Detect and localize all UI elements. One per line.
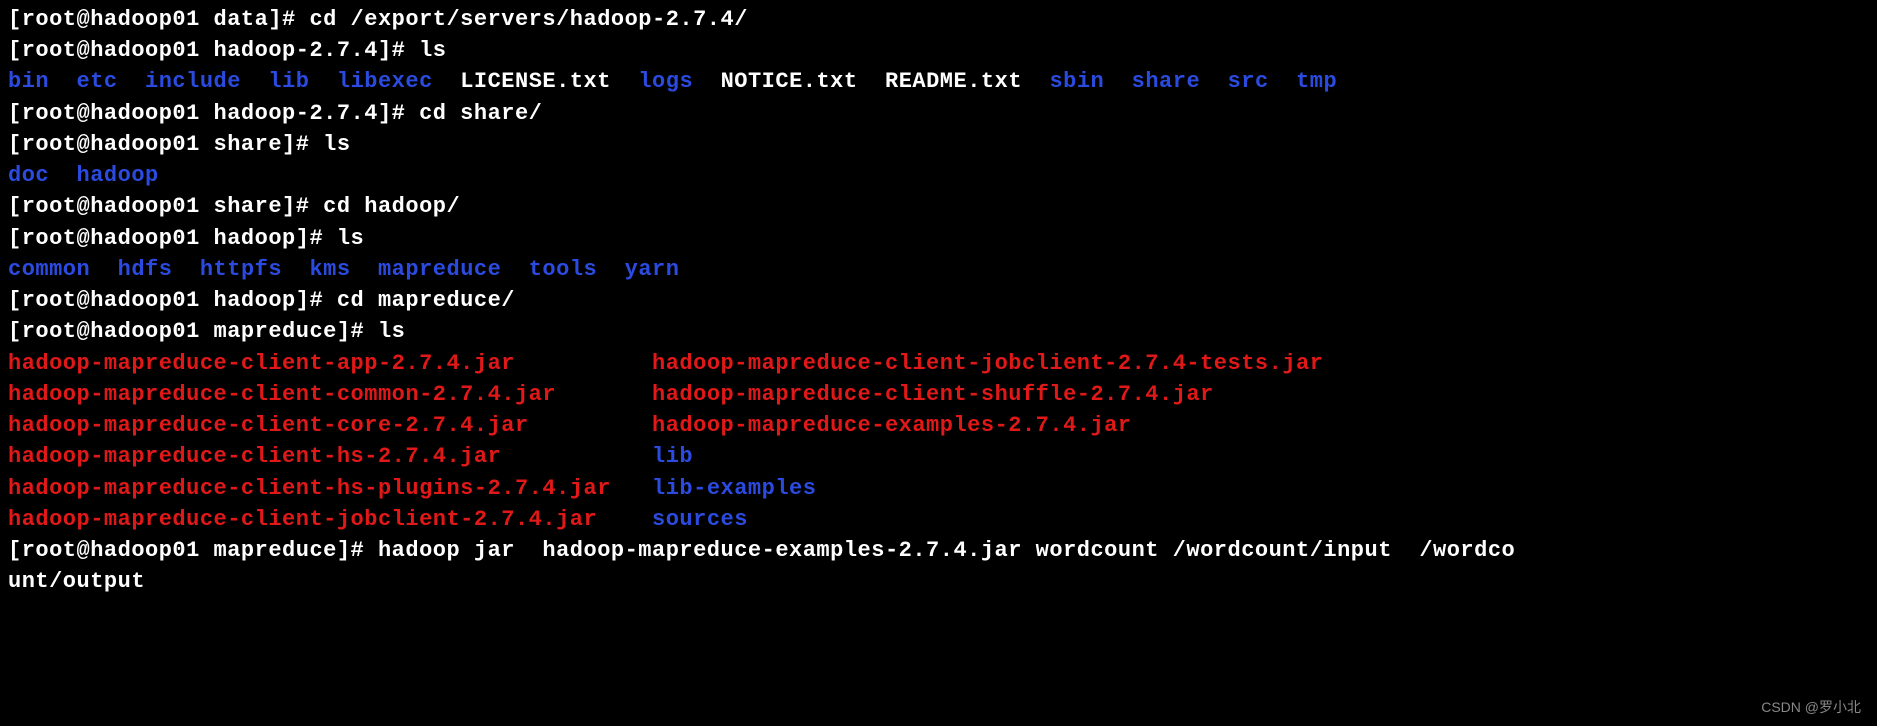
terminal-line: [root@hadoop01 mapreduce]# ls bbox=[8, 316, 1869, 347]
terminal-line: hadoop-mapreduce-client-hs-2.7.4.jar lib bbox=[8, 441, 1869, 472]
terminal-segment: common bbox=[8, 257, 90, 282]
terminal-segment: bin bbox=[8, 69, 49, 94]
terminal-line: [root@hadoop01 hadoop]# cd mapreduce/ bbox=[8, 285, 1869, 316]
terminal-segment bbox=[858, 69, 885, 94]
terminal-segment bbox=[1269, 69, 1296, 94]
terminal-segment bbox=[433, 69, 460, 94]
terminal-output[interactable]: [root@hadoop01 data]# cd /export/servers… bbox=[8, 4, 1869, 597]
terminal-segment: [root@hadoop01 hadoop]# ls bbox=[8, 226, 364, 251]
terminal-segment: [root@hadoop01 share]# cd hadoop/ bbox=[8, 194, 460, 219]
terminal-segment: lib bbox=[652, 444, 693, 469]
terminal-segment bbox=[49, 163, 76, 188]
terminal-segment: httpfs bbox=[200, 257, 282, 282]
terminal-segment: hdfs bbox=[118, 257, 173, 282]
terminal-segment: include bbox=[145, 69, 241, 94]
terminal-line: [root@hadoop01 data]# cd /export/servers… bbox=[8, 4, 1869, 35]
terminal-segment: logs bbox=[638, 69, 693, 94]
terminal-segment: hadoop-mapreduce-client-shuffle-2.7.4.ja… bbox=[652, 382, 1214, 407]
terminal-segment: doc bbox=[8, 163, 49, 188]
terminal-segment: [root@hadoop01 data]# cd /export/servers… bbox=[8, 7, 748, 32]
terminal-segment bbox=[529, 413, 652, 438]
terminal-line: doc hadoop bbox=[8, 160, 1869, 191]
terminal-line: hadoop-mapreduce-client-hs-plugins-2.7.4… bbox=[8, 473, 1869, 504]
terminal-segment: LICENSE.txt bbox=[460, 69, 611, 94]
terminal-segment: tools bbox=[529, 257, 598, 282]
terminal-line: hadoop-mapreduce-client-app-2.7.4.jar ha… bbox=[8, 348, 1869, 379]
terminal-segment bbox=[1104, 69, 1131, 94]
terminal-segment: src bbox=[1228, 69, 1269, 94]
terminal-segment: hadoop-mapreduce-examples-2.7.4.jar bbox=[652, 413, 1132, 438]
terminal-segment: hadoop-mapreduce-client-jobclient-2.7.4-… bbox=[652, 351, 1323, 376]
terminal-segment bbox=[515, 351, 652, 376]
terminal-segment: hadoop-mapreduce-client-hs-plugins-2.7.4… bbox=[8, 476, 611, 501]
terminal-line: [root@hadoop01 share]# cd hadoop/ bbox=[8, 191, 1869, 222]
terminal-segment bbox=[118, 69, 145, 94]
terminal-segment: [root@hadoop01 hadoop-2.7.4]# cd share/ bbox=[8, 101, 542, 126]
terminal-line: hadoop-mapreduce-client-common-2.7.4.jar… bbox=[8, 379, 1869, 410]
terminal-segment: hadoop-mapreduce-client-app-2.7.4.jar bbox=[8, 351, 515, 376]
terminal-segment: sources bbox=[652, 507, 748, 532]
terminal-line: bin etc include lib libexec LICENSE.txt … bbox=[8, 66, 1869, 97]
terminal-segment bbox=[597, 507, 652, 532]
terminal-segment: NOTICE.txt bbox=[721, 69, 858, 94]
terminal-segment: lib-examples bbox=[652, 476, 816, 501]
terminal-segment bbox=[1022, 69, 1049, 94]
terminal-segment bbox=[597, 257, 624, 282]
terminal-segment: yarn bbox=[625, 257, 680, 282]
terminal-segment bbox=[309, 69, 336, 94]
terminal-line: unt/output bbox=[8, 566, 1869, 597]
terminal-line: [root@hadoop01 hadoop-2.7.4]# ls bbox=[8, 35, 1869, 66]
terminal-segment bbox=[241, 69, 268, 94]
terminal-segment bbox=[172, 257, 199, 282]
terminal-segment bbox=[693, 69, 720, 94]
terminal-segment: mapreduce bbox=[378, 257, 501, 282]
terminal-line: [root@hadoop01 mapreduce]# hadoop jar ha… bbox=[8, 535, 1869, 566]
terminal-segment bbox=[49, 69, 76, 94]
terminal-segment: sbin bbox=[1049, 69, 1104, 94]
terminal-segment: [root@hadoop01 hadoop-2.7.4]# ls bbox=[8, 38, 446, 63]
terminal-line: [root@hadoop01 hadoop]# ls bbox=[8, 223, 1869, 254]
terminal-segment bbox=[556, 382, 652, 407]
terminal-segment: hadoop-mapreduce-client-core-2.7.4.jar bbox=[8, 413, 529, 438]
terminal-line: common hdfs httpfs kms mapreduce tools y… bbox=[8, 254, 1869, 285]
terminal-segment bbox=[501, 444, 652, 469]
terminal-line: [root@hadoop01 share]# ls bbox=[8, 129, 1869, 160]
terminal-segment: tmp bbox=[1296, 69, 1337, 94]
terminal-line: hadoop-mapreduce-client-core-2.7.4.jar h… bbox=[8, 410, 1869, 441]
terminal-segment: kms bbox=[309, 257, 350, 282]
terminal-segment: [root@hadoop01 share]# ls bbox=[8, 132, 351, 157]
terminal-segment bbox=[1200, 69, 1227, 94]
terminal-segment bbox=[611, 476, 652, 501]
terminal-segment: hadoop-mapreduce-client-common-2.7.4.jar bbox=[8, 382, 556, 407]
terminal-segment: [root@hadoop01 hadoop]# cd mapreduce/ bbox=[8, 288, 515, 313]
terminal-line: [root@hadoop01 hadoop-2.7.4]# cd share/ bbox=[8, 98, 1869, 129]
terminal-segment: share bbox=[1132, 69, 1201, 94]
terminal-segment: hadoop bbox=[77, 163, 159, 188]
terminal-segment: README.txt bbox=[885, 69, 1022, 94]
watermark-text: CSDN @罗小北 bbox=[1761, 698, 1861, 718]
terminal-segment: hadoop-mapreduce-client-jobclient-2.7.4.… bbox=[8, 507, 597, 532]
terminal-line: hadoop-mapreduce-client-jobclient-2.7.4.… bbox=[8, 504, 1869, 535]
terminal-segment bbox=[351, 257, 378, 282]
terminal-segment: hadoop-mapreduce-client-hs-2.7.4.jar bbox=[8, 444, 501, 469]
terminal-segment: unt/output bbox=[8, 569, 145, 594]
terminal-segment bbox=[90, 257, 117, 282]
terminal-segment: lib bbox=[268, 69, 309, 94]
terminal-segment bbox=[611, 69, 638, 94]
terminal-segment bbox=[501, 257, 528, 282]
terminal-segment: libexec bbox=[337, 69, 433, 94]
terminal-segment bbox=[282, 257, 309, 282]
terminal-segment: [root@hadoop01 mapreduce]# hadoop jar ha… bbox=[8, 538, 1515, 563]
terminal-segment: etc bbox=[77, 69, 118, 94]
terminal-segment: [root@hadoop01 mapreduce]# ls bbox=[8, 319, 405, 344]
